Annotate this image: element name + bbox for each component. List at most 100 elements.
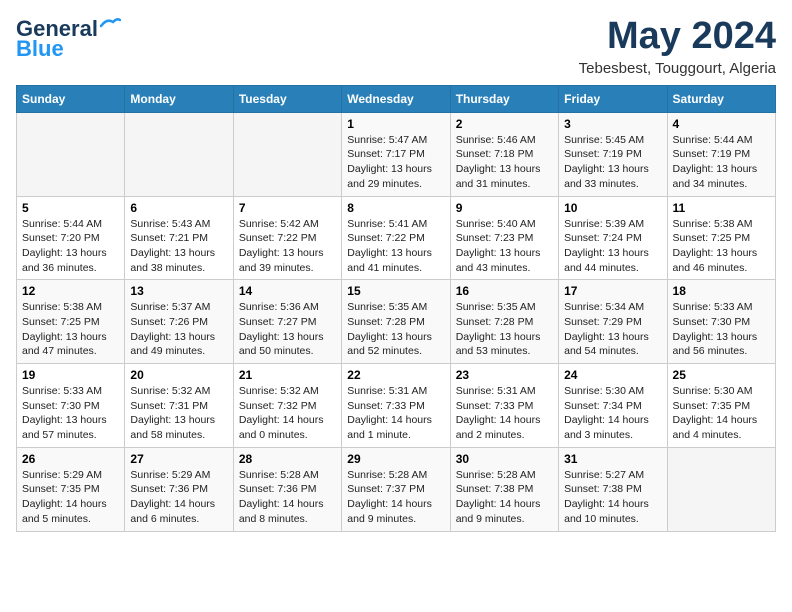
calendar-cell: 20 Sunrise: 5:32 AMSunset: 7:31 PMDayligh… — [125, 364, 233, 448]
calendar-table: SundayMondayTuesdayWednesdayThursdayFrid… — [16, 85, 776, 532]
day-info: Sunrise: 5:44 AMSunset: 7:19 PMDaylight:… — [673, 133, 770, 192]
day-info: Sunrise: 5:28 AMSunset: 7:37 PMDaylight:… — [347, 468, 444, 527]
week-row-3: 12Sunrise: 5:38 AMSunset: 7:25 PMDayligh… — [17, 280, 776, 364]
day-number: 25 — [673, 368, 770, 382]
col-header-saturday: Saturday — [667, 85, 775, 112]
day-number: 12 — [22, 284, 119, 298]
header-row: SundayMondayTuesdayWednesdayThursdayFrid… — [17, 85, 776, 112]
day-number: 3 — [564, 117, 661, 131]
day-number: 15 — [347, 284, 444, 298]
day-info: Sunrise: 5:31 AMSunset: 7:33 PMDaylight:… — [347, 384, 444, 443]
calendar-cell: 18 Sunrise: 5:33 AMSunset: 7:30 PMDayligh… — [667, 280, 775, 364]
calendar-cell — [667, 447, 775, 531]
day-number: 30 — [456, 452, 553, 466]
day-info: Sunrise: 5:28 AMSunset: 7:36 PMDaylight:… — [239, 468, 336, 527]
calendar-cell: 24 Sunrise: 5:30 AMSunset: 7:34 PMDayligh… — [559, 364, 667, 448]
day-info: Sunrise: 5:43 AMSunset: 7:21 PMDaylight:… — [130, 217, 227, 276]
day-number: 4 — [673, 117, 770, 131]
day-info: Sunrise: 5:33 AMSunset: 7:30 PMDaylight:… — [673, 300, 770, 359]
calendar-cell: 19 Sunrise: 5:33 AMSunset: 7:30 PMDayligh… — [17, 364, 125, 448]
week-row-1: 1Sunrise: 5:47 AMSunset: 7:17 PMDaylight… — [17, 112, 776, 196]
calendar-cell: 13Sunrise: 5:37 AMSunset: 7:26 PMDayligh… — [125, 280, 233, 364]
day-number: 2 — [456, 117, 553, 131]
calendar-cell: 6 Sunrise: 5:43 AMSunset: 7:21 PMDaylight… — [125, 196, 233, 280]
calendar-cell: 2 Sunrise: 5:46 AMSunset: 7:18 PMDaylight… — [450, 112, 558, 196]
day-number: 23 — [456, 368, 553, 382]
calendar-cell: 4 Sunrise: 5:44 AMSunset: 7:19 PMDaylight… — [667, 112, 775, 196]
col-header-friday: Friday — [559, 85, 667, 112]
week-row-4: 19 Sunrise: 5:33 AMSunset: 7:30 PMDayligh… — [17, 364, 776, 448]
day-number: 22 — [347, 368, 444, 382]
day-number: 20 — [130, 368, 227, 382]
day-info: Sunrise: 5:34 AMSunset: 7:29 PMDaylight:… — [564, 300, 661, 359]
month-title: May 2024 — [579, 16, 776, 58]
day-info: Sunrise: 5:39 AMSunset: 7:24 PMDaylight:… — [564, 217, 661, 276]
col-header-sunday: Sunday — [17, 85, 125, 112]
day-number: 1 — [347, 117, 444, 131]
day-info: Sunrise: 5:30 AMSunset: 7:35 PMDaylight:… — [673, 384, 770, 443]
day-info: Sunrise: 5:38 AMSunset: 7:25 PMDaylight:… — [673, 217, 770, 276]
calendar-cell: 11 Sunrise: 5:38 AMSunset: 7:25 PMDayligh… — [667, 196, 775, 280]
calendar-cell: 14Sunrise: 5:36 AMSunset: 7:27 PMDayligh… — [233, 280, 341, 364]
day-info: Sunrise: 5:32 AMSunset: 7:31 PMDaylight:… — [130, 384, 227, 443]
day-number: 26 — [22, 452, 119, 466]
day-number: 10 — [564, 201, 661, 215]
calendar-cell: 29Sunrise: 5:28 AMSunset: 7:37 PMDayligh… — [342, 447, 450, 531]
day-info: Sunrise: 5:33 AMSunset: 7:30 PMDaylight:… — [22, 384, 119, 443]
day-number: 21 — [239, 368, 336, 382]
day-info: Sunrise: 5:29 AMSunset: 7:36 PMDaylight:… — [130, 468, 227, 527]
page-header: General Blue May 2024 Tebesbest, Touggou… — [16, 16, 776, 77]
week-row-2: 5 Sunrise: 5:44 AMSunset: 7:20 PMDaylight… — [17, 196, 776, 280]
col-header-wednesday: Wednesday — [342, 85, 450, 112]
day-info: Sunrise: 5:45 AMSunset: 7:19 PMDaylight:… — [564, 133, 661, 192]
calendar-cell: 12Sunrise: 5:38 AMSunset: 7:25 PMDayligh… — [17, 280, 125, 364]
logo: General Blue — [16, 16, 121, 60]
day-number: 9 — [456, 201, 553, 215]
day-number: 27 — [130, 452, 227, 466]
day-info: Sunrise: 5:42 AMSunset: 7:22 PMDaylight:… — [239, 217, 336, 276]
day-number: 5 — [22, 201, 119, 215]
calendar-cell — [233, 112, 341, 196]
day-info: Sunrise: 5:40 AMSunset: 7:23 PMDaylight:… — [456, 217, 553, 276]
calendar-cell: 28 Sunrise: 5:28 AMSunset: 7:36 PMDayligh… — [233, 447, 341, 531]
calendar-cell: 27 Sunrise: 5:29 AMSunset: 7:36 PMDayligh… — [125, 447, 233, 531]
day-number: 17 — [564, 284, 661, 298]
day-info: Sunrise: 5:44 AMSunset: 7:20 PMDaylight:… — [22, 217, 119, 276]
day-info: Sunrise: 5:32 AMSunset: 7:32 PMDaylight:… — [239, 384, 336, 443]
day-info: Sunrise: 5:36 AMSunset: 7:27 PMDaylight:… — [239, 300, 336, 359]
calendar-cell: 22 Sunrise: 5:31 AMSunset: 7:33 PMDayligh… — [342, 364, 450, 448]
day-number: 16 — [456, 284, 553, 298]
day-number: 28 — [239, 452, 336, 466]
day-info: Sunrise: 5:31 AMSunset: 7:33 PMDaylight:… — [456, 384, 553, 443]
day-number: 8 — [347, 201, 444, 215]
calendar-cell: 25 Sunrise: 5:30 AMSunset: 7:35 PMDayligh… — [667, 364, 775, 448]
calendar-cell: 16Sunrise: 5:35 AMSunset: 7:28 PMDayligh… — [450, 280, 558, 364]
day-number: 19 — [22, 368, 119, 382]
col-header-tuesday: Tuesday — [233, 85, 341, 112]
day-info: Sunrise: 5:30 AMSunset: 7:34 PMDaylight:… — [564, 384, 661, 443]
day-number: 24 — [564, 368, 661, 382]
day-number: 18 — [673, 284, 770, 298]
logo-blue-text: Blue — [16, 38, 64, 60]
week-row-5: 26 Sunrise: 5:29 AMSunset: 7:35 PMDayligh… — [17, 447, 776, 531]
day-info: Sunrise: 5:37 AMSunset: 7:26 PMDaylight:… — [130, 300, 227, 359]
calendar-cell: 30Sunrise: 5:28 AMSunset: 7:38 PMDayligh… — [450, 447, 558, 531]
calendar-cell: 9 Sunrise: 5:40 AMSunset: 7:23 PMDaylight… — [450, 196, 558, 280]
calendar-cell: 7 Sunrise: 5:42 AMSunset: 7:22 PMDaylight… — [233, 196, 341, 280]
calendar-cell: 17 Sunrise: 5:34 AMSunset: 7:29 PMDayligh… — [559, 280, 667, 364]
calendar-cell: 23 Sunrise: 5:31 AMSunset: 7:33 PMDayligh… — [450, 364, 558, 448]
day-number: 11 — [673, 201, 770, 215]
logo-bird-icon — [99, 16, 121, 34]
day-info: Sunrise: 5:46 AMSunset: 7:18 PMDaylight:… — [456, 133, 553, 192]
day-info: Sunrise: 5:35 AMSunset: 7:28 PMDaylight:… — [347, 300, 444, 359]
day-info: Sunrise: 5:41 AMSunset: 7:22 PMDaylight:… — [347, 217, 444, 276]
calendar-cell: 1Sunrise: 5:47 AMSunset: 7:17 PMDaylight… — [342, 112, 450, 196]
calendar-cell: 15 Sunrise: 5:35 AMSunset: 7:28 PMDayligh… — [342, 280, 450, 364]
day-info: Sunrise: 5:27 AMSunset: 7:38 PMDaylight:… — [564, 468, 661, 527]
day-number: 7 — [239, 201, 336, 215]
day-number: 6 — [130, 201, 227, 215]
calendar-cell: 10 Sunrise: 5:39 AMSunset: 7:24 PMDayligh… — [559, 196, 667, 280]
calendar-cell: 21 Sunrise: 5:32 AMSunset: 7:32 PMDayligh… — [233, 364, 341, 448]
location-subtitle: Tebesbest, Touggourt, Algeria — [579, 60, 776, 77]
day-info: Sunrise: 5:29 AMSunset: 7:35 PMDaylight:… — [22, 468, 119, 527]
